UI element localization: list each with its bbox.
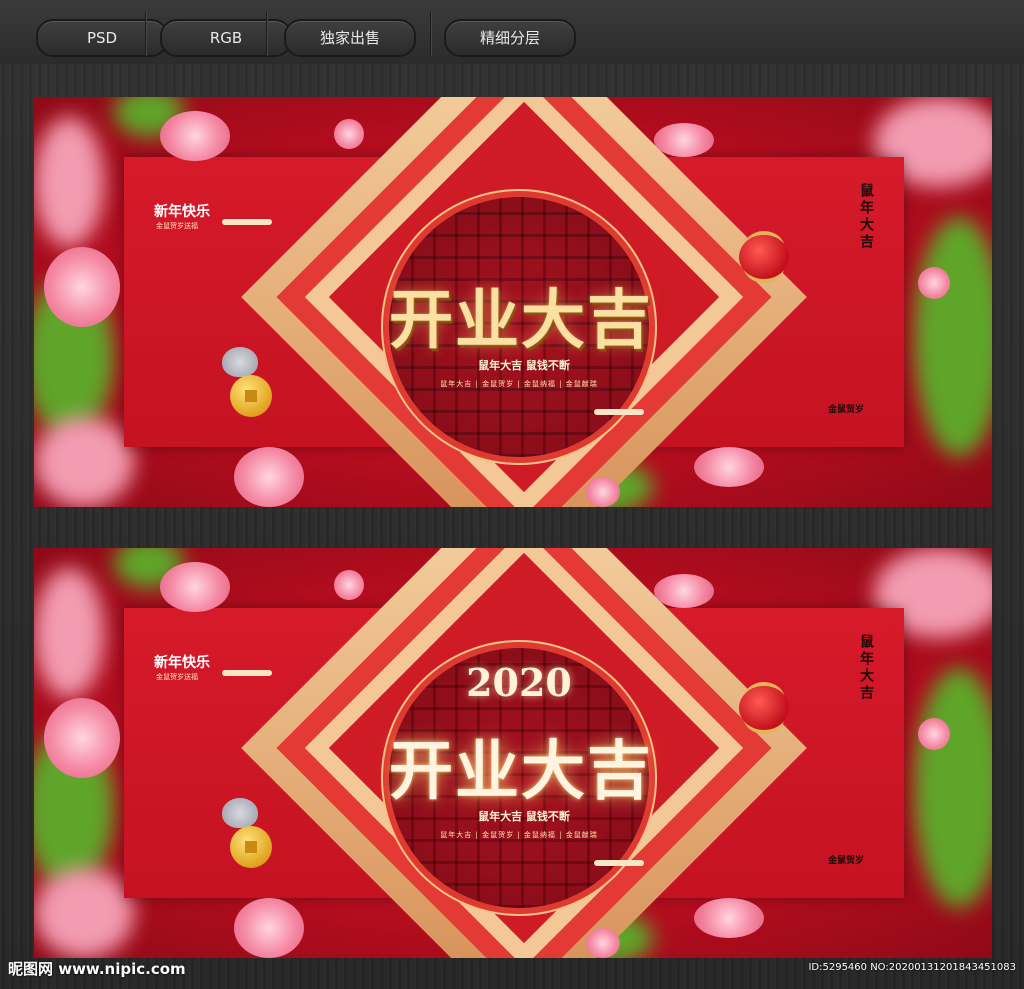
subtitle-row: 鼠年大吉 | 金鼠贺岁 | 金鼠纳福 | 金鼠献瑞 xyxy=(440,831,598,839)
rgb-button[interactable]: RGB xyxy=(160,19,292,57)
cloud-decoration xyxy=(594,409,644,415)
flower-decoration xyxy=(44,698,120,778)
new-year-title: 新年快乐 xyxy=(154,204,210,220)
stamp-text: 金鼠贺岁 xyxy=(827,405,864,415)
flower-decoration xyxy=(918,718,950,750)
flower-decoration xyxy=(234,898,304,958)
new-year-small-text: 金鼠贺岁送福 xyxy=(156,222,198,230)
banner-preview-1: 开业大吉 鼠年大吉 鼠钱不断 鼠年大吉 | 金鼠贺岁 | 金鼠纳福 | 金鼠献瑞… xyxy=(34,97,992,507)
flower-decoration xyxy=(586,928,620,958)
blossom-decoration xyxy=(34,417,134,507)
coin-icon xyxy=(230,826,272,868)
exclusive-sale-button[interactable]: 独家出售 xyxy=(284,19,416,57)
mouse-icon xyxy=(222,798,258,828)
subtitle: 鼠年大吉 鼠钱不断 xyxy=(478,810,570,823)
flower-decoration xyxy=(334,119,364,149)
lantern-icon xyxy=(739,235,789,279)
coin-icon xyxy=(230,375,272,417)
banner-panel: 2020 开业大吉 鼠年大吉 鼠钱不断 鼠年大吉 | 金鼠贺岁 | 金鼠纳福 |… xyxy=(124,548,904,958)
stamp-text: 金鼠贺岁 xyxy=(827,856,864,866)
new-year-title: 新年快乐 xyxy=(154,655,210,671)
flower-decoration xyxy=(694,898,764,938)
flower-decoration xyxy=(654,574,714,608)
flower-decoration xyxy=(586,477,620,507)
flower-decoration xyxy=(160,111,230,161)
subtitle: 鼠年大吉 鼠钱不断 xyxy=(478,359,570,372)
cloud-decoration xyxy=(594,860,644,866)
year-art: 2020 xyxy=(466,660,572,705)
flower-decoration xyxy=(654,123,714,157)
image-id: ID:5295460 NO:20200131201843451083 xyxy=(808,962,1016,973)
vertical-slogan: 鼠年大吉 xyxy=(858,634,874,702)
flower-decoration xyxy=(44,247,120,327)
toolbar-divider xyxy=(145,12,146,56)
main-title: 开业大吉 xyxy=(389,734,653,809)
flower-decoration xyxy=(234,447,304,507)
fine-layers-button[interactable]: 精细分层 xyxy=(444,19,576,57)
psd-button[interactable]: PSD xyxy=(36,19,168,57)
lantern-icon xyxy=(739,686,789,730)
new-year-small-text: 金鼠贺岁送福 xyxy=(156,673,198,681)
flower-decoration xyxy=(160,562,230,612)
blossom-decoration xyxy=(34,117,104,247)
vertical-slogan: 鼠年大吉 xyxy=(858,183,874,251)
blossom-decoration xyxy=(34,868,134,958)
leaf-decoration xyxy=(914,668,992,908)
flower-decoration xyxy=(334,570,364,600)
flower-decoration xyxy=(918,267,950,299)
main-title: 开业大吉 xyxy=(389,283,653,358)
site-watermark: 昵图网 www.nipic.com xyxy=(8,960,186,978)
cloud-decoration xyxy=(222,670,272,676)
leaf-decoration xyxy=(914,217,992,457)
format-toolbar: PSD RGB 独家出售 精细分层 xyxy=(0,0,1024,65)
cloud-decoration xyxy=(222,219,272,225)
banner-panel: 开业大吉 鼠年大吉 鼠钱不断 鼠年大吉 | 金鼠贺岁 | 金鼠纳福 | 金鼠献瑞… xyxy=(124,97,904,507)
blossom-decoration xyxy=(34,568,104,698)
flower-decoration xyxy=(694,447,764,487)
toolbar-divider xyxy=(430,12,431,56)
subtitle-row: 鼠年大吉 | 金鼠贺岁 | 金鼠纳福 | 金鼠献瑞 xyxy=(440,380,598,388)
banner-preview-2: 2020 开业大吉 鼠年大吉 鼠钱不断 鼠年大吉 | 金鼠贺岁 | 金鼠纳福 |… xyxy=(34,548,992,958)
toolbar-divider xyxy=(266,12,267,56)
mouse-icon xyxy=(222,347,258,377)
